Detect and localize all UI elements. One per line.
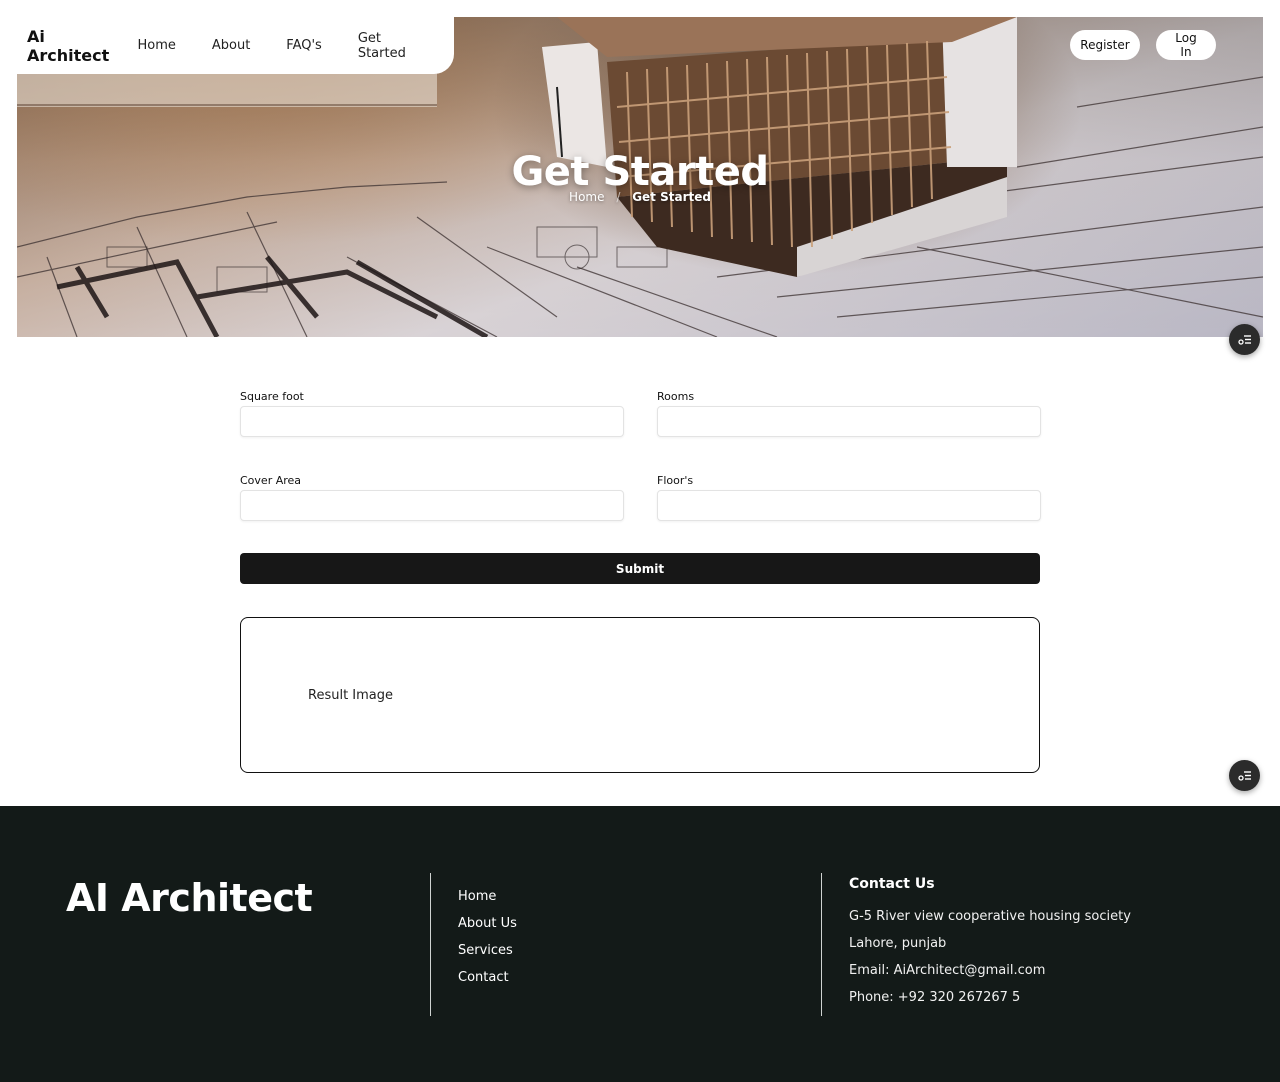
contact-address-line2: Lahore, punjab: [849, 936, 947, 951]
contact-email: Email: AiArchitect@gmail.com: [849, 963, 1046, 978]
contact-address-line1: G-5 River view cooperative housing socie…: [849, 909, 1131, 924]
floors-input[interactable]: [657, 490, 1041, 521]
breadcrumb-current: Get Started: [632, 190, 711, 204]
page-title: Get Started: [511, 149, 769, 195]
footer-divider: [430, 873, 431, 1016]
footer-contact: Contact Us G-5 River view cooperative ho…: [849, 876, 1131, 1016]
top-navbar: Ai Architect Home About FAQ's Get Starte…: [17, 17, 454, 74]
breadcrumb-home[interactable]: Home: [569, 190, 604, 204]
floors-label: Floor's: [657, 474, 694, 487]
site-footer: AI Architect Home About Us Services Cont…: [0, 806, 1280, 1082]
register-button[interactable]: Register: [1070, 30, 1140, 60]
footer-links: Home About Us Services Contact: [458, 888, 517, 996]
settings-list-icon: [1237, 334, 1251, 345]
settings-list-icon: [1237, 770, 1251, 781]
nav-link-about[interactable]: About: [212, 38, 250, 53]
floating-settings-button[interactable]: [1229, 324, 1260, 355]
nav-link-faqs[interactable]: FAQ's: [286, 38, 322, 53]
rooms-input[interactable]: [657, 406, 1041, 437]
contact-phone: Phone: +92 320 267267 5: [849, 990, 1021, 1005]
rooms-label: Rooms: [657, 390, 695, 403]
footer-divider: [821, 873, 822, 1016]
footer-link-services[interactable]: Services: [458, 942, 517, 969]
cover-area-label: Cover Area: [240, 474, 302, 487]
footer-link-contact[interactable]: Contact: [458, 969, 517, 996]
result-image-placeholder: Result Image: [308, 688, 394, 703]
login-button[interactable]: Log In: [1156, 30, 1216, 60]
footer-link-home[interactable]: Home: [458, 888, 517, 915]
nav-link-home[interactable]: Home: [137, 38, 175, 53]
floating-settings-button-2[interactable]: [1229, 760, 1260, 791]
square-foot-label: Square foot: [240, 390, 304, 403]
contact-title: Contact Us: [849, 876, 935, 892]
auth-buttons: Register Log In: [1070, 30, 1216, 60]
cover-area-input[interactable]: [240, 490, 624, 521]
footer-link-about-us[interactable]: About Us: [458, 915, 517, 942]
submit-button[interactable]: Submit: [240, 553, 1040, 584]
brand-logo[interactable]: Ai Architect: [27, 27, 111, 65]
nav-link-get-started[interactable]: Get Started: [358, 31, 418, 61]
breadcrumb: Home / Get Started: [17, 190, 1263, 204]
breadcrumb-separator: /: [616, 190, 621, 204]
result-image-box: Result Image: [240, 617, 1040, 773]
square-foot-input[interactable]: [240, 406, 624, 437]
footer-brand: AI Architect: [66, 876, 313, 920]
